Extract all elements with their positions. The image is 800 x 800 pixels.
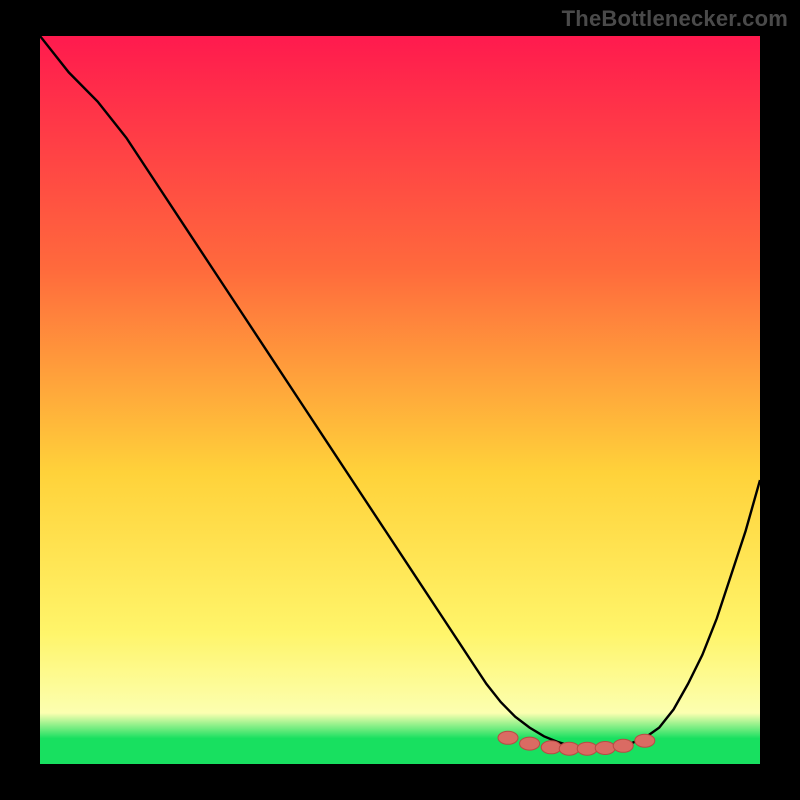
highlight-marker bbox=[559, 742, 579, 755]
chart-frame: TheBottlenecker.com bbox=[0, 0, 800, 800]
highlight-marker bbox=[635, 734, 655, 747]
plot-area bbox=[40, 36, 760, 764]
highlight-marker bbox=[541, 741, 561, 754]
highlight-marker bbox=[595, 742, 615, 755]
bottleneck-chart bbox=[40, 36, 760, 764]
branding-label: TheBottlenecker.com bbox=[562, 6, 788, 32]
gradient-background bbox=[40, 36, 760, 764]
highlight-marker bbox=[498, 731, 518, 744]
highlight-marker bbox=[520, 737, 540, 750]
highlight-marker bbox=[613, 739, 633, 752]
highlight-marker bbox=[577, 742, 597, 755]
